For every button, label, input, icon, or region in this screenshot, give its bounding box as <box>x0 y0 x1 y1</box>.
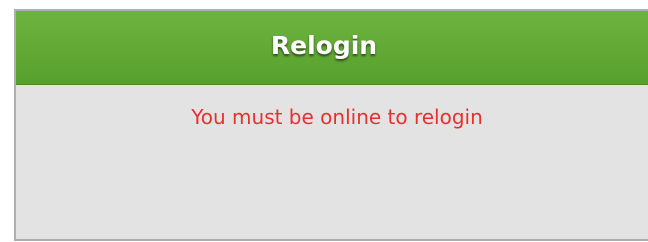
dialog-header: Relogin <box>16 11 648 85</box>
dialog-title: Relogin <box>270 31 378 60</box>
relogin-dialog: Relogin You must be online to relogin <box>14 9 648 241</box>
error-message: You must be online to relogin <box>191 105 483 129</box>
